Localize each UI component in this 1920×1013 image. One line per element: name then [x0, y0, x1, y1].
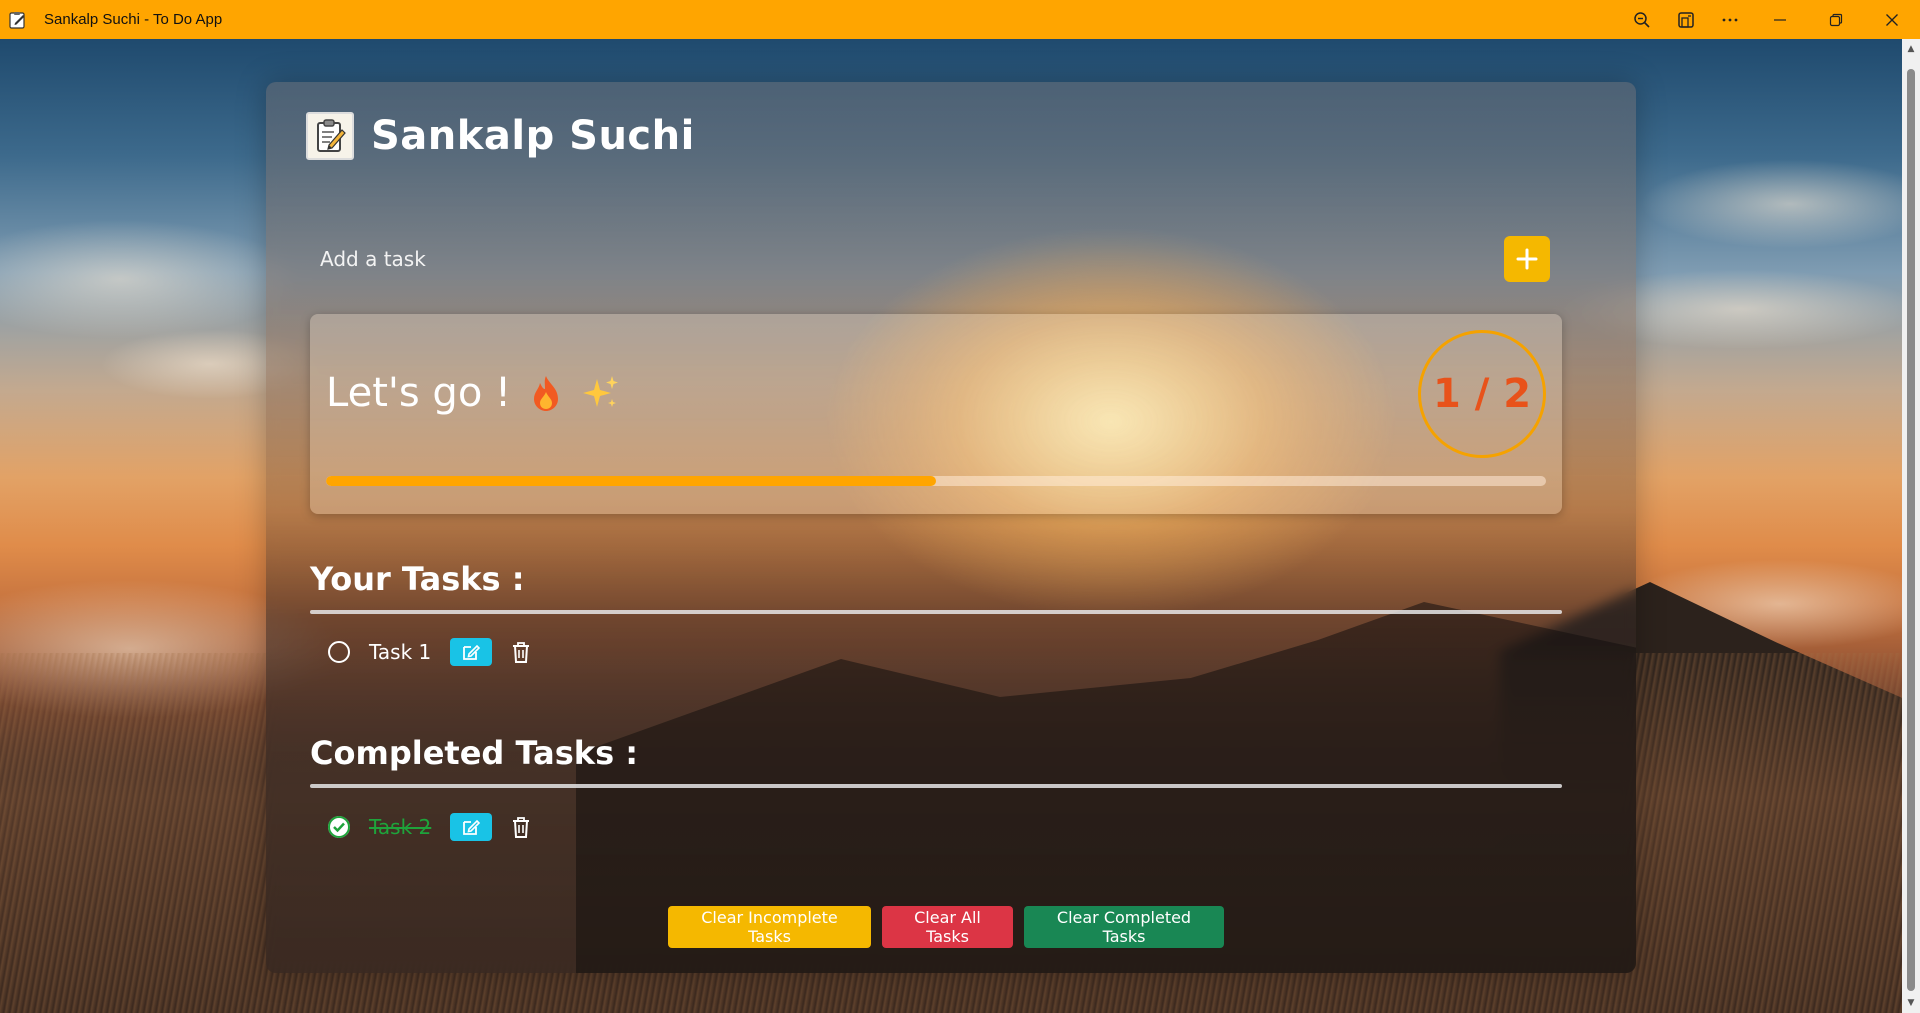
clear-actions: Clear Incomplete Tasks Clear All Tasks C… [668, 906, 1224, 948]
task-checked-icon[interactable] [328, 816, 350, 838]
close-icon[interactable] [1864, 0, 1920, 39]
restore-icon[interactable] [1808, 0, 1864, 39]
clear-all-button[interactable]: Clear All Tasks [882, 906, 1013, 948]
clipboard-memo-icon [306, 112, 354, 160]
delete-task-button[interactable] [508, 813, 534, 841]
motivation-message: Let's go ! [326, 370, 621, 416]
delete-task-button[interactable] [508, 638, 534, 666]
task-counter: 1 / 2 [1418, 330, 1546, 458]
edit-task-button[interactable] [450, 638, 493, 666]
minimize-icon[interactable] [1752, 0, 1808, 39]
task-checkbox[interactable] [328, 641, 350, 663]
window-title: Sankalp Suchi - To Do App [44, 11, 223, 28]
completed-task-row: Task 2 [328, 810, 534, 844]
add-task-row [310, 234, 1598, 284]
plus-icon [1516, 248, 1538, 270]
scroll-up-arrow-icon[interactable]: ▲ [1902, 41, 1920, 57]
edit-icon [463, 644, 481, 660]
edit-task-button[interactable] [450, 813, 493, 841]
completed-task-text: Task 2 [369, 815, 432, 839]
edit-icon [463, 819, 481, 835]
sparkles-icon [581, 373, 621, 413]
add-task-input[interactable] [310, 234, 1510, 284]
scroll-thumb[interactable] [1907, 69, 1915, 991]
app-header: Sankalp Suchi [306, 112, 695, 160]
progress-card: Let's go ! 1 / 2 [310, 314, 1562, 514]
completed-tasks-heading: Completed Tasks : [310, 734, 639, 772]
todo-card: Sankalp Suchi Let's go ! 1 / 2 Your Task… [266, 82, 1636, 973]
trash-icon [513, 817, 530, 838]
clear-completed-button[interactable]: Clear Completed Tasks [1024, 906, 1224, 948]
incomplete-task-row: Task 1 [328, 635, 534, 669]
more-icon[interactable] [1708, 0, 1752, 39]
page-scrollbar[interactable]: ▲ ▼ [1902, 39, 1920, 1013]
your-tasks-divider [310, 610, 1562, 614]
clear-incomplete-button[interactable]: Clear Incomplete Tasks [668, 906, 871, 948]
scroll-down-arrow-icon[interactable]: ▼ [1902, 995, 1920, 1011]
window-titlebar: Sankalp Suchi - To Do App [0, 0, 1920, 39]
your-tasks-heading: Your Tasks : [310, 560, 525, 598]
completed-tasks-divider [310, 784, 1562, 788]
task-text: Task 1 [369, 640, 432, 664]
app-title: Sankalp Suchi [371, 113, 695, 159]
progress-bar [326, 476, 1546, 486]
trash-icon [513, 642, 530, 663]
app-window-icon [8, 10, 28, 30]
motivation-text: Let's go ! [326, 370, 512, 416]
fire-icon [531, 374, 561, 412]
progress-bar-fill [326, 476, 936, 486]
zoom-icon[interactable] [1620, 0, 1664, 39]
add-task-button[interactable] [1504, 236, 1550, 282]
app-view-icon[interactable] [1664, 0, 1708, 39]
